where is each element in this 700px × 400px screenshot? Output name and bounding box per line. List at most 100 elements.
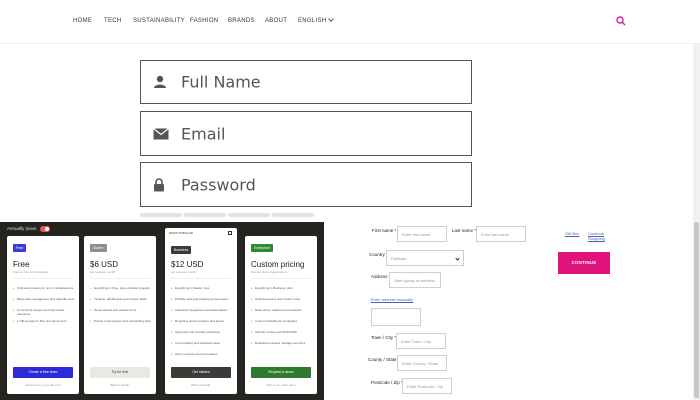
plan-tag: Business — [171, 246, 192, 254]
popular-badge: MOST POPULAR — [169, 231, 193, 235]
billing-toggle-label: Annually (save — [7, 226, 37, 232]
pricing-card: Starter $6 USDper seat per month Everythin… — [84, 236, 156, 394]
divider — [171, 278, 231, 279]
plan-feature: Dedicated success manager and SLA — [251, 341, 313, 346]
plan-subtitle: per seat per month — [90, 270, 116, 274]
address-manual-input[interactable] — [371, 308, 421, 326]
pricing-card: FreeFreeForever free for individualsUnli… — [7, 236, 79, 394]
plan-feature: Guest access and shared forms — [90, 308, 152, 313]
plan-feature: 1 GB storage for files and documents — [13, 319, 75, 324]
address-input[interactable]: Start typing an address — [389, 272, 441, 288]
plan-feature: Admin console and permissions — [171, 352, 233, 357]
plan-subtitle: Built for large organizations — [251, 270, 288, 274]
progress-segment — [228, 213, 270, 217]
full-name-placeholder: Full Name — [181, 72, 261, 92]
plan-feature: Community support and help center resour… — [13, 308, 75, 317]
lock-icon — [154, 177, 164, 191]
pricing-panel: Annually (save Free Free Forever free for … — [0, 222, 324, 400]
plan-price: Free — [13, 260, 30, 269]
first-name-input[interactable]: Enter first name — [397, 226, 447, 242]
email-placeholder: Email — [181, 124, 226, 143]
language-label: ENGLISH — [298, 18, 327, 24]
continue-securely-button[interactable]: CONTINUE SECURELY — [558, 252, 610, 287]
plan-feature: Reporting across projects and teams — [171, 319, 233, 324]
scrollbar-thumb[interactable] — [694, 222, 699, 398]
plan-subtitle: Forever free for individuals — [13, 270, 49, 274]
envelope-icon — [153, 127, 169, 139]
plan-feature: Priority email support and onboarding he… — [90, 319, 152, 324]
address-label: Address * — [371, 274, 391, 279]
plan-feature: Advanced integrations and automations — [171, 308, 233, 313]
full-name-field[interactable]: Full Name — [140, 60, 472, 104]
divider — [251, 278, 311, 279]
plan-tag: Free — [13, 244, 27, 252]
postcode-label: Postcode / Zip * — [371, 380, 403, 385]
plan-cta-button[interactable]: Request a demo — [251, 367, 311, 378]
nav-tech[interactable]: TECH — [104, 18, 122, 24]
plan-feature: Unlimited projects for up to 3 collabora… — [13, 286, 75, 291]
search-icon[interactable] — [616, 16, 626, 26]
county-label: County / State — [368, 357, 397, 362]
plan-feature: Security review and SSO/SAML — [251, 330, 313, 335]
badge-icon — [228, 231, 232, 235]
chevron-down-icon — [328, 16, 335, 22]
progress-segment — [272, 213, 314, 217]
nav-home[interactable]: HOME — [73, 18, 92, 24]
country-value: Pakistan — [391, 256, 407, 261]
first-name-label: First name * — [372, 228, 397, 233]
divider — [13, 278, 73, 279]
nav-fashion[interactable]: FASHION — [190, 18, 218, 24]
plan-footnote: Billed annually — [110, 383, 130, 387]
plan-cta-button[interactable]: Create a free team — [13, 367, 73, 378]
postcode-input[interactable]: Enter Postcode / Zip — [402, 378, 452, 394]
plan-feature: Everything in Business, plus: — [251, 286, 313, 291]
plan-cta-button[interactable]: Try for free — [90, 367, 150, 378]
county-input[interactable]: Enter County / State — [397, 355, 447, 371]
continue-shopping-link[interactable]: Continue Shopping — [588, 231, 612, 241]
plan-footnote: Billed annually — [191, 383, 211, 387]
city-label: Town / City * — [371, 335, 397, 340]
nav-sustainability[interactable]: SUSTAINABILITY — [133, 18, 185, 24]
progress-segment — [140, 213, 182, 217]
top-navigation: HOME TECH SUSTAINABILITY FASHION BRANDS … — [0, 0, 700, 44]
plan-cta-button[interactable]: Get started — [171, 367, 231, 378]
chevron-down-icon — [455, 256, 460, 261]
plan-feature: Portfolio and goal tracking across teams — [171, 297, 233, 302]
nav-brands[interactable]: BRANDS — [228, 18, 255, 24]
plan-feature: Unlimited teams and custom roles — [251, 297, 313, 302]
gift-box-link[interactable]: Gift Box — [565, 231, 579, 236]
plan-feature: Data export, audit log and retention — [251, 308, 313, 313]
plan-footnote: Always free, no credit card — [25, 383, 61, 387]
email-field[interactable]: Email — [140, 111, 472, 156]
plan-price: $12 USD — [171, 260, 204, 269]
last-name-input[interactable]: Enter last name — [476, 226, 526, 242]
pricing-card: Enterprise Custom pricing Built for large … — [245, 236, 317, 394]
country-select[interactable]: Pakistan — [386, 250, 464, 266]
billing-toggle-row[interactable]: Annually (save — [7, 226, 50, 232]
password-field[interactable]: Password — [140, 162, 472, 207]
plan-tag: Starter — [90, 244, 107, 252]
last-name-label: Last name * — [452, 228, 477, 233]
plan-feature: Custom branding for workspace — [251, 319, 313, 324]
divider — [90, 278, 150, 279]
city-input[interactable]: Enter Town / City — [396, 333, 446, 349]
progress-segment — [184, 213, 226, 217]
plan-subtitle: per seat per month — [171, 270, 197, 274]
plan-feature: Timeline, dashboards and custom fields — [90, 297, 152, 302]
plan-footnote: Talk to our sales team — [266, 383, 296, 387]
plan-tag: Enterprise — [251, 244, 273, 252]
plan-feature: Basic task management and calendar view — [13, 297, 75, 302]
plan-feature: Everything in Free, plus unlimited proje… — [90, 286, 152, 291]
plan-feature: Everything in Starter, plus: — [171, 286, 233, 291]
billing-toggle[interactable] — [39, 226, 50, 232]
plan-feature: Time tracking and workload views — [171, 341, 233, 346]
plan-price: $6 USD — [90, 260, 119, 269]
nav-language[interactable]: ENGLISH — [298, 16, 335, 24]
pricing-card: MOST POPULAR Business $12 USD per seat per … — [165, 228, 237, 394]
password-placeholder: Password — [181, 175, 256, 194]
user-icon — [154, 75, 166, 88]
country-label: Country * — [369, 252, 388, 257]
nav-about[interactable]: ABOUT — [265, 18, 287, 24]
plan-feature: Approvals and proofing workflows — [171, 330, 233, 335]
enter-address-manually-link[interactable]: Enter address manually — [371, 297, 413, 302]
